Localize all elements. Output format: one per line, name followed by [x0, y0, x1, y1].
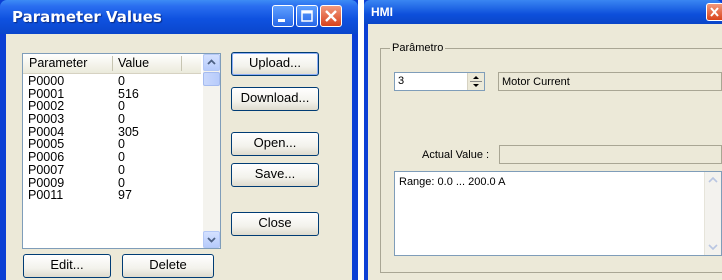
open-button[interactable]: Open... [231, 132, 319, 156]
edit-button[interactable]: Edit... [23, 254, 111, 278]
spin-buttons[interactable] [467, 73, 484, 90]
save-button[interactable]: Save... [231, 163, 319, 187]
actual-value-label: Actual Value : [422, 149, 490, 161]
parameter-id: P0003 [28, 112, 65, 127]
delete-button[interactable]: Delete [122, 254, 214, 278]
parameter-id: P0004 [28, 124, 65, 139]
parameter-value: 0 [118, 112, 125, 127]
parameter-value: 0 [118, 162, 125, 177]
scroll-thumb[interactable] [203, 72, 220, 86]
download-button[interactable]: Download... [231, 87, 319, 111]
parameter-description: Motor Current [502, 76, 570, 88]
parameter-id: P0002 [28, 99, 65, 114]
parameter-values-window: Parameter Values Parameter Value P0000 0 … [0, 0, 358, 280]
parameter-value: 0 [118, 99, 125, 114]
parameter-value: 305 [118, 124, 139, 139]
parameter-id: P0000 [28, 74, 65, 88]
title-bar[interactable]: HMI [364, 0, 722, 24]
close-window-button[interactable] [320, 5, 342, 27]
window-title: HMI [371, 5, 393, 19]
scroll-up-icon [207, 59, 216, 65]
minimize-button[interactable] [272, 5, 294, 27]
parameter-id: P0006 [28, 150, 65, 165]
column-header-parameter[interactable]: Parameter [29, 56, 87, 70]
parameter-id: P0005 [28, 137, 65, 152]
range-info-textarea[interactable]: Range: 0.0 ... 200.0 A [394, 171, 722, 256]
parameter-value: 516 [118, 86, 139, 101]
parameter-value: 0 [118, 137, 125, 152]
spin-arrows-icon [470, 76, 482, 87]
list-scrollbar[interactable] [203, 54, 220, 248]
parameter-number-value: 3 [398, 75, 405, 87]
maximize-button[interactable] [296, 5, 318, 27]
parameter-id: P0011 [28, 188, 64, 203]
scroll-up-button[interactable] [203, 54, 220, 71]
scroll-down-button[interactable] [203, 231, 220, 248]
parameter-number-spinner[interactable]: 3 [394, 72, 485, 91]
window-client-area: Parâmetro 3 Motor Current Actual Value :… [368, 24, 722, 280]
range-text: Range: 0.0 ... 200.0 A [399, 176, 506, 188]
list-header: Parameter Value [23, 54, 201, 74]
parameter-list[interactable]: Parameter Value P0000 0 P0001 516 P0002 0 P… [22, 53, 221, 249]
close-icon [710, 7, 719, 17]
parameter-value: 0 [118, 74, 125, 88]
close-window-button[interactable] [706, 3, 722, 21]
column-header-value[interactable]: Value [118, 56, 149, 70]
close-icon [325, 10, 337, 22]
parameter-id: P0009 [28, 175, 65, 190]
group-label: Parâmetro [390, 42, 446, 54]
parameter-id: P0007 [28, 162, 65, 177]
maximize-icon [301, 10, 313, 22]
hmi-window: HMI Parâmetro 3 Motor Current Actual Val… [364, 0, 722, 280]
window-client-area: Parameter Value P0000 0 P0001 516 P0002 0 P… [6, 34, 352, 280]
scroll-up-icon[interactable] [705, 172, 721, 188]
window-title: Parameter Values [12, 8, 162, 26]
parameter-value: 0 [118, 175, 125, 190]
column-separator[interactable] [112, 56, 113, 71]
parameter-description-field: Motor Current [498, 72, 722, 91]
parameter-id: P0001 [28, 86, 65, 101]
parameter-value: 0 [118, 150, 125, 165]
title-bar[interactable]: Parameter Values [0, 0, 358, 34]
close-button[interactable]: Close [231, 212, 319, 236]
minimize-icon [278, 19, 285, 22]
scroll-down-icon [207, 237, 216, 243]
parameter-value: 97 [118, 188, 132, 203]
scroll-down-icon[interactable] [705, 239, 721, 255]
actual-value-field [499, 145, 722, 164]
upload-button[interactable]: Upload... [231, 52, 319, 76]
column-separator[interactable] [181, 56, 182, 71]
textarea-scrollbar[interactable] [704, 172, 721, 255]
